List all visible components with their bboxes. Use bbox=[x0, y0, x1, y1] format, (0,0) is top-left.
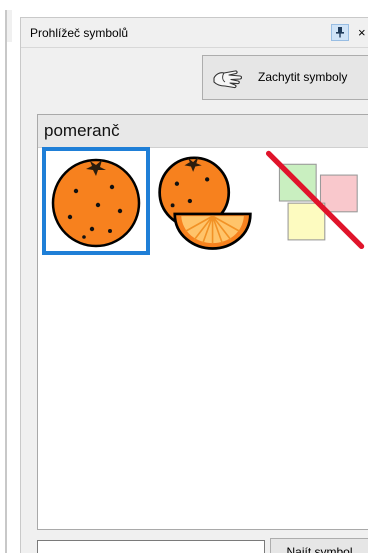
symbol-results-area: pomeranč bbox=[37, 114, 368, 530]
symbol-tile-no-symbol[interactable] bbox=[260, 147, 368, 255]
capture-symbols-label: Zachytit symboly bbox=[258, 70, 348, 84]
no-symbol-icon bbox=[265, 150, 365, 250]
hand-pointer-icon bbox=[213, 70, 243, 89]
symbol-heading-bar: pomeranč bbox=[38, 115, 368, 148]
symbol-viewer-panel: Prohlížeč symbolů × Zachytit symboly pom… bbox=[20, 17, 368, 553]
pin-icon bbox=[336, 27, 344, 38]
capture-symbols-button[interactable]: Zachytit symboly bbox=[202, 55, 368, 100]
find-symbol-button[interactable]: Najít symbol bbox=[270, 538, 368, 553]
panel-title: Prohlížeč symbolů bbox=[30, 26, 129, 40]
window-edge-top bbox=[7, 10, 12, 42]
panel-titlebar: Prohlížeč symbolů × bbox=[21, 18, 368, 48]
symbol-search-input[interactable] bbox=[37, 540, 265, 553]
symbol-tile-orange[interactable] bbox=[42, 147, 150, 255]
symbol-tile-orange-slice[interactable] bbox=[151, 147, 259, 255]
symbol-viewer-window: Prohlížeč symbolů × Zachytit symboly pom… bbox=[0, 0, 368, 553]
pin-button[interactable] bbox=[331, 24, 349, 41]
orange-icon bbox=[51, 158, 141, 248]
close-button[interactable]: × bbox=[358, 24, 366, 41]
orange-with-slice-icon bbox=[158, 156, 252, 250]
window-edge bbox=[5, 10, 7, 553]
symbol-heading: pomeranč bbox=[44, 121, 120, 140]
